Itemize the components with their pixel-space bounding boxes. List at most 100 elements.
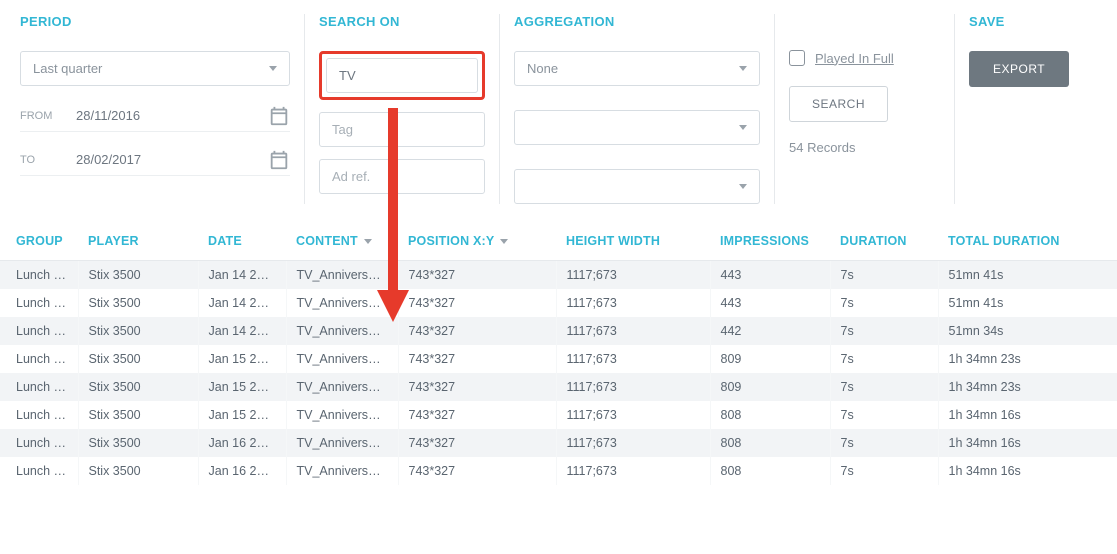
from-label: FROM bbox=[20, 110, 70, 122]
period-preset-select[interactable]: Last quarter bbox=[20, 51, 290, 86]
cell-dur: 7s bbox=[830, 317, 938, 345]
cell-group: Lunch Roo.. bbox=[0, 401, 78, 429]
cell-pos: 743*327 bbox=[398, 457, 556, 485]
results-table: GROUP PLAYER DATE CONTENT POSITION X:Y H… bbox=[0, 224, 1117, 485]
search-button[interactable]: SEARCH bbox=[789, 86, 888, 122]
cell-hw: 1117;673 bbox=[556, 457, 710, 485]
table-row[interactable]: Lunch Roo..Stix 3500Jan 15 2017TV_Annive… bbox=[0, 345, 1117, 373]
table-row[interactable]: Lunch Roo..Stix 3500Jan 14 2017TV_Annive… bbox=[0, 317, 1117, 345]
cell-date: Jan 15 2017 bbox=[198, 401, 286, 429]
filter-panel: PERIOD Last quarter FROM 28/11/2016 TO 2… bbox=[0, 0, 1117, 224]
cell-total: 51mn 41s bbox=[938, 261, 1117, 290]
col-header-duration[interactable]: DURATION bbox=[830, 224, 938, 261]
period-label: PERIOD bbox=[20, 14, 290, 29]
aggregation-label: AGGREGATION bbox=[514, 14, 760, 29]
cell-dur: 7s bbox=[830, 429, 938, 457]
played-in-full-row: Played In Full bbox=[789, 50, 940, 66]
cell-dur: 7s bbox=[830, 261, 938, 290]
cell-content: TV_Anniversaire_... bbox=[286, 317, 398, 345]
cell-imp: 809 bbox=[710, 373, 830, 401]
to-label: TO bbox=[20, 154, 70, 166]
cell-player: Stix 3500 bbox=[78, 345, 198, 373]
col-header-content[interactable]: CONTENT bbox=[286, 224, 398, 261]
calendar-icon[interactable] bbox=[268, 105, 290, 127]
cell-hw: 1117;673 bbox=[556, 345, 710, 373]
cell-player: Stix 3500 bbox=[78, 373, 198, 401]
cell-date: Jan 16 2017 bbox=[198, 429, 286, 457]
col-header-group[interactable]: GROUP bbox=[0, 224, 78, 261]
cell-content: TV_Anniversaire_... bbox=[286, 429, 398, 457]
export-button[interactable]: EXPORT bbox=[969, 51, 1069, 87]
save-section: SAVE EXPORT bbox=[955, 14, 1095, 204]
cell-player: Stix 3500 bbox=[78, 429, 198, 457]
cell-total: 51mn 34s bbox=[938, 317, 1117, 345]
table-row[interactable]: Lunch Roo..Stix 3500Jan 14 2017TV_Annive… bbox=[0, 261, 1117, 290]
aggregation-select-2[interactable] bbox=[514, 110, 760, 145]
col-header-impressions[interactable]: IMPRESSIONS bbox=[710, 224, 830, 261]
chevron-down-icon bbox=[739, 184, 747, 189]
from-date-input[interactable]: 28/11/2016 bbox=[70, 104, 268, 127]
aggregation-select-3[interactable] bbox=[514, 169, 760, 204]
cell-pos: 743*327 bbox=[398, 289, 556, 317]
cell-date: Jan 15 2017 bbox=[198, 373, 286, 401]
search-on-section: SEARCH ON TV Tag Ad ref. bbox=[305, 14, 500, 204]
cell-player: Stix 3500 bbox=[78, 457, 198, 485]
tag-search-input[interactable]: Tag bbox=[319, 112, 485, 147]
col-header-total[interactable]: TOTAL DURATION bbox=[938, 224, 1117, 261]
cell-total: 1h 34mn 23s bbox=[938, 373, 1117, 401]
played-in-full-label[interactable]: Played In Full bbox=[815, 51, 894, 66]
cell-content: TV_Anniversaire_... bbox=[286, 261, 398, 290]
col-header-position[interactable]: POSITION X:Y bbox=[398, 224, 556, 261]
col-header-hw[interactable]: HEIGHT WIDTH bbox=[556, 224, 710, 261]
cell-pos: 743*327 bbox=[398, 401, 556, 429]
col-header-date[interactable]: DATE bbox=[198, 224, 286, 261]
chevron-down-icon bbox=[364, 239, 372, 244]
cell-pos: 743*327 bbox=[398, 345, 556, 373]
cell-player: Stix 3500 bbox=[78, 289, 198, 317]
chevron-down-icon bbox=[269, 66, 277, 71]
cell-content: TV_Anniversaire_... bbox=[286, 401, 398, 429]
cell-content: TV_Anniversaire_... bbox=[286, 373, 398, 401]
chevron-down-icon bbox=[500, 239, 508, 244]
table-row[interactable]: Lunch Roo..Stix 3500Jan 16 2017TV_Annive… bbox=[0, 429, 1117, 457]
table-row[interactable]: Lunch Roo..Stix 3500Jan 15 2017TV_Annive… bbox=[0, 401, 1117, 429]
cell-group: Lunch Roo.. bbox=[0, 429, 78, 457]
cell-imp: 808 bbox=[710, 457, 830, 485]
col-header-player[interactable]: PLAYER bbox=[78, 224, 198, 261]
table-row[interactable]: Lunch Roo..Stix 3500Jan 14 2017TV_Annive… bbox=[0, 289, 1117, 317]
cell-hw: 1117;673 bbox=[556, 429, 710, 457]
cell-dur: 7s bbox=[830, 401, 938, 429]
record-count: 54 Records bbox=[789, 140, 940, 155]
content-search-highlight: TV bbox=[319, 51, 485, 100]
search-on-label: SEARCH ON bbox=[319, 14, 485, 29]
cell-total: 1h 34mn 23s bbox=[938, 345, 1117, 373]
table-body: Lunch Roo..Stix 3500Jan 14 2017TV_Annive… bbox=[0, 261, 1117, 486]
cell-player: Stix 3500 bbox=[78, 401, 198, 429]
cell-hw: 1117;673 bbox=[556, 317, 710, 345]
cell-pos: 743*327 bbox=[398, 317, 556, 345]
cell-date: Jan 15 2017 bbox=[198, 345, 286, 373]
calendar-icon[interactable] bbox=[268, 149, 290, 171]
table-row[interactable]: Lunch Roo..Stix 3500Jan 15 2017TV_Annive… bbox=[0, 373, 1117, 401]
played-in-full-checkbox[interactable] bbox=[789, 50, 805, 66]
cell-date: Jan 14 2017 bbox=[198, 261, 286, 290]
save-label: SAVE bbox=[969, 14, 1095, 29]
aggregation-select[interactable]: None bbox=[514, 51, 760, 86]
cell-imp: 809 bbox=[710, 345, 830, 373]
table-row[interactable]: Lunch Roo..Stix 3500Jan 16 2017TV_Annive… bbox=[0, 457, 1117, 485]
period-section: PERIOD Last quarter FROM 28/11/2016 TO 2… bbox=[20, 14, 305, 204]
actions-section: Played In Full SEARCH 54 Records bbox=[775, 14, 955, 204]
cell-group: Lunch Roo.. bbox=[0, 289, 78, 317]
cell-dur: 7s bbox=[830, 289, 938, 317]
content-search-input[interactable]: TV bbox=[326, 58, 478, 93]
cell-date: Jan 16 2017 bbox=[198, 457, 286, 485]
to-date-input[interactable]: 28/02/2017 bbox=[70, 148, 268, 171]
cell-pos: 743*327 bbox=[398, 373, 556, 401]
cell-hw: 1117;673 bbox=[556, 373, 710, 401]
cell-content: TV_Anniversaire_... bbox=[286, 345, 398, 373]
adref-search-input[interactable]: Ad ref. bbox=[319, 159, 485, 194]
cell-total: 1h 34mn 16s bbox=[938, 457, 1117, 485]
cell-player: Stix 3500 bbox=[78, 317, 198, 345]
cell-group: Lunch Roo.. bbox=[0, 317, 78, 345]
cell-imp: 442 bbox=[710, 317, 830, 345]
